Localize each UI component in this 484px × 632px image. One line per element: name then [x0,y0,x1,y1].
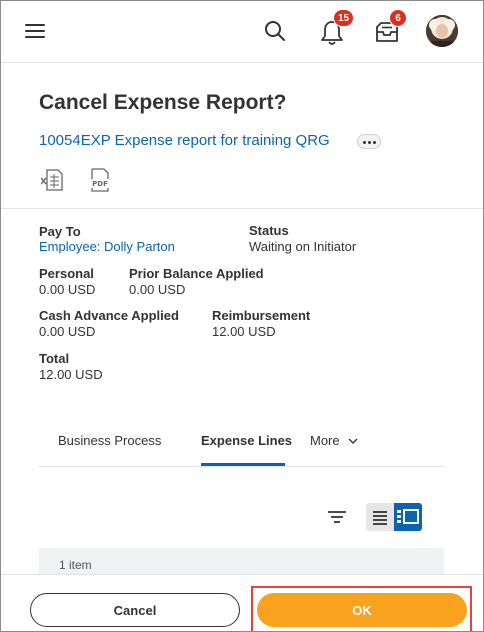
personal-label: Personal [39,266,94,281]
notifications-count-badge: 15 [333,9,355,27]
tab-expense-lines[interactable]: Expense Lines [201,433,292,448]
chevron-down-icon [348,438,358,444]
cash-advance-label: Cash Advance Applied [39,308,179,323]
prior-balance-value: 0.00 USD [129,282,186,297]
list-view-icon[interactable] [366,503,394,531]
notifications-button[interactable]: 15 [319,9,355,45]
reimbursement-value: 12.00 USD [212,324,276,339]
total-label: Total [39,351,70,366]
hamburger-menu-icon[interactable] [25,21,47,41]
pay-to-value-link[interactable]: Employee: Dolly Parton [39,239,175,254]
status-value: Waiting on Initiator [249,239,357,254]
cash-advance-value: 0.00 USD [39,324,96,339]
card-view-icon[interactable] [394,503,422,531]
cancel-button[interactable]: Cancel [30,593,240,627]
tabs-divider [39,466,444,467]
pay-to-label: Pay To [39,224,81,239]
status-label: Status [249,223,289,238]
search-icon[interactable] [263,19,287,43]
prior-balance-label: Prior Balance Applied [129,266,264,281]
tab-business-process[interactable]: Business Process [58,433,161,448]
ok-button[interactable]: OK [257,593,467,627]
inbox-count-badge: 6 [389,9,407,27]
svg-text:PDF: PDF [92,180,108,188]
inbox-button[interactable]: 6 [373,9,407,45]
app-frame: 15 6 Cancel Expense Report? 10054EXP Exp… [0,0,484,632]
tab-more-label: More [310,433,340,448]
section-divider [1,208,483,209]
page-title: Cancel Expense Report? [39,91,287,114]
reimbursement-label: Reimbursement [212,308,311,323]
view-toggle [366,503,422,531]
total-value: 12.00 USD [39,367,103,382]
excel-export-icon[interactable] [40,168,63,192]
top-bar: 15 6 [1,1,483,63]
filter-icon[interactable] [327,509,347,525]
personal-value: 0.00 USD [39,282,96,297]
avatar[interactable] [426,15,458,47]
ellipsis-icon[interactable] [357,134,381,149]
tab-more[interactable]: More [310,433,358,448]
items-count: 1 item [59,558,92,572]
expense-report-link[interactable]: 10054EXP Expense report for training QRG [39,132,330,149]
footer-action-bar: Cancel OK [1,574,483,631]
pdf-export-icon[interactable]: PDF [89,167,111,193]
